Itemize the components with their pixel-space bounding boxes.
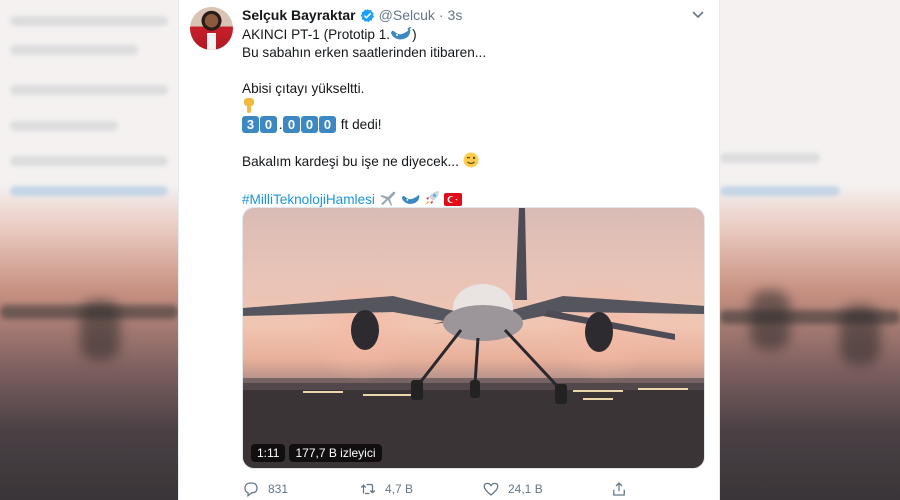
whale-emoji: [391, 27, 412, 40]
whale-emoji: [401, 194, 419, 204]
airplane-emoji: [379, 191, 396, 206]
drone-video-frame: [243, 208, 704, 468]
share-icon: [613, 482, 625, 496]
blurred-fuselage: [750, 290, 790, 350]
keycap-0: 0: [319, 116, 336, 133]
reply-count: 831: [268, 482, 289, 496]
blurred-engine: [80, 300, 120, 360]
tweet-timestamp[interactable]: 3s: [448, 7, 463, 24]
keycap-0: 0: [260, 116, 277, 133]
blurred-background-right: [720, 0, 900, 500]
retweet-button[interactable]: 4,7 B: [359, 480, 413, 498]
blurred-text-line: [720, 186, 840, 196]
video-duration: 1:11: [251, 444, 286, 462]
retweet-count: 4,7 B: [385, 482, 414, 496]
tweet-text: AKINCI PT-1 (Prototip 1.) Bu sabahın erk…: [242, 26, 702, 208]
blurred-text-line: [720, 153, 820, 163]
blurred-engine: [840, 305, 880, 365]
like-count: 24,1 B: [508, 482, 543, 496]
keycap-0: 0: [283, 116, 300, 133]
tweet-line-4-end: ft dedi!: [337, 117, 382, 132]
tweet-line-1-text: AKINCI PT-1 (Prototip 1.: [242, 27, 391, 42]
verified-badge-icon: [360, 8, 374, 23]
tweet-header: Selçuk Bayraktar @Selcuk · 3s: [242, 7, 462, 24]
author-handle[interactable]: @Selcuk: [379, 7, 435, 24]
video-badges: 1:11 177,7 B izleyici: [251, 444, 382, 462]
tweet-line-2: Bu sabahın erken saatlerinden itibaren..…: [242, 45, 487, 60]
tweet-line-point: [242, 98, 702, 116]
blurred-background-left: [0, 0, 178, 500]
turkey-flag-emoji: [444, 193, 463, 206]
keycap-3: 3: [242, 116, 259, 133]
blurred-text-line: [10, 16, 168, 26]
blurred-text-line: [10, 121, 118, 131]
retweet-icon: [360, 483, 376, 495]
tweet-line-5-text: Bakalım kardeşi bu işe ne diyecek...: [242, 154, 459, 169]
pointing-down-emoji: [244, 98, 254, 113]
rocket-emoji: [425, 191, 440, 205]
share-button[interactable]: [610, 480, 628, 498]
blurred-text-line: [10, 156, 168, 166]
winking-face-emoji: [463, 152, 479, 168]
like-button[interactable]: 24,1 B: [482, 480, 543, 498]
heart-icon: [483, 482, 499, 496]
blurred-text-line: [10, 186, 168, 196]
blurred-text-line: [10, 85, 168, 95]
tweet-actions: 831 4,7 B 24,1 B: [242, 480, 642, 500]
keycap-0: 0: [301, 116, 318, 133]
tweet-line-1-end: ): [412, 27, 417, 42]
tweet-line-3: Abisi çıtayı yükseltti.: [242, 81, 365, 96]
header-separator: ·: [438, 7, 444, 23]
tweet-card[interactable]: Selçuk Bayraktar @Selcuk · 3s AKINCI PT-…: [178, 0, 720, 500]
avatar-collar: [207, 33, 216, 50]
avatar[interactable]: [190, 7, 233, 50]
reply-button[interactable]: 831: [242, 480, 288, 498]
tweet-line-6: #MilliTeknolojiHamlesi: [242, 190, 702, 208]
author-name[interactable]: Selçuk Bayraktar: [242, 7, 356, 24]
tweet-line-1: AKINCI PT-1 (Prototip 1.): [242, 26, 702, 44]
video-player[interactable]: 1:11 177,7 B izleyici: [242, 207, 705, 469]
chevron-down-icon[interactable]: [691, 10, 705, 20]
hashtag-link[interactable]: #MilliTeknolojiHamlesi: [242, 192, 375, 207]
tweet-line-5: Bakalım kardeşi bu işe ne diyecek...: [242, 152, 702, 170]
reply-icon: [244, 482, 258, 498]
tweet-line-4: 30.000 ft dedi!: [242, 116, 702, 136]
blurred-text-line: [10, 45, 138, 55]
video-view-count: 177,7 B izleyici: [289, 444, 382, 462]
